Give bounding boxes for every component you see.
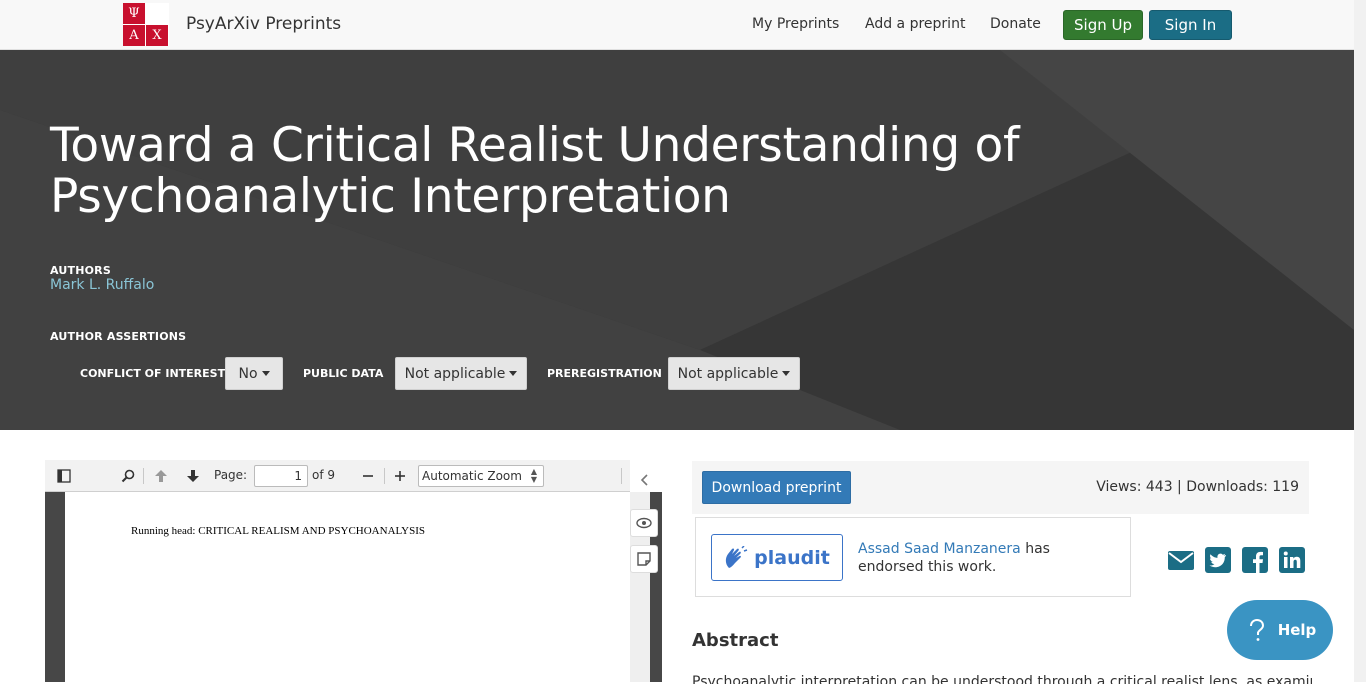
logo-cell-alpha: Α: [123, 25, 145, 46]
public-data-label: PUBLIC DATA: [303, 367, 384, 380]
page-scrollbar[interactable]: [1354, 0, 1366, 682]
zoom-select[interactable]: Automatic Zoom ▲ ▼: [418, 465, 544, 487]
download-preprint-button[interactable]: Download preprint: [702, 471, 851, 504]
plaudit-logo[interactable]: plaudit: [711, 534, 843, 581]
views-downloads-stats: Views: 443 | Downloads: 119: [1096, 479, 1299, 495]
navbar: Ψ Α Χ PsyArXiv Preprints My Preprints Ad…: [0, 0, 1354, 50]
toolbar-separator: [384, 468, 385, 484]
sign-up-button[interactable]: Sign Up: [1063, 10, 1143, 40]
email-share-icon[interactable]: [1167, 546, 1195, 574]
pdf-viewer: Page: 1 of 9 Automatic Zoom ▲ ▼ Running h…: [45, 460, 630, 682]
endorser-link[interactable]: Assad Saad Manzanera: [858, 541, 1021, 557]
author-assertions-label: AUTHOR ASSERTIONS: [50, 330, 187, 343]
download-bar: Download preprint Views: 443 | Downloads…: [692, 461, 1309, 514]
psyarxiv-logo[interactable]: Ψ Α Χ: [123, 3, 169, 46]
author-link[interactable]: Mark L. Ruffalo: [50, 277, 154, 293]
conflict-of-interest-value: No: [238, 365, 258, 382]
caret-down-icon: [261, 371, 270, 376]
zoom-out-icon[interactable]: [359, 467, 377, 485]
linkedin-share-icon[interactable]: [1278, 546, 1306, 574]
authors-label: AUTHORS: [50, 264, 111, 277]
preregistration-value: Not applicable: [677, 365, 779, 382]
logo-cell-psi: Ψ: [123, 3, 145, 24]
page-number-input[interactable]: 1: [254, 465, 308, 487]
help-label: Help: [1277, 621, 1317, 639]
zoom-in-icon[interactable]: [391, 467, 409, 485]
select-arrows-icon: ▲ ▼: [530, 467, 537, 484]
sign-in-button[interactable]: Sign In: [1149, 10, 1232, 40]
preregistration-dropdown[interactable]: Not applicable: [668, 357, 800, 390]
previous-page-icon[interactable]: [152, 467, 170, 485]
next-page-icon[interactable]: [184, 467, 202, 485]
pdf-running-head: Running head: CRITICAL REALISM AND PSYCH…: [131, 525, 425, 537]
caret-down-icon: [509, 371, 518, 376]
conflict-of-interest-label: CONFLICT OF INTEREST: [80, 367, 226, 380]
public-data-dropdown[interactable]: Not applicable: [395, 357, 527, 390]
preprint-title: Toward a Critical Realist Understanding …: [50, 118, 1020, 224]
facebook-share-icon[interactable]: [1241, 546, 1269, 574]
abstract-heading: Abstract: [692, 630, 779, 651]
conflict-of-interest-dropdown[interactable]: No: [225, 357, 283, 390]
question-mark-icon: [1249, 618, 1264, 641]
caret-down-icon: [782, 371, 791, 376]
plaudit-wordmark: plaudit: [754, 546, 830, 569]
logo-cell-chi: Χ: [146, 25, 168, 46]
public-data-value: Not applicable: [404, 365, 506, 382]
page-total: of 9: [312, 468, 336, 482]
logo-cell-blank: [146, 3, 168, 24]
twitter-share-icon[interactable]: [1204, 546, 1232, 574]
page-label: Page:: [214, 468, 248, 482]
pdf-toolbar: Page: 1 of 9 Automatic Zoom ▲ ▼: [45, 460, 630, 492]
help-button[interactable]: Help: [1227, 600, 1333, 660]
nav-my-preprints[interactable]: My Preprints: [752, 16, 839, 32]
nav-add-preprint[interactable]: Add a preprint: [865, 16, 965, 32]
plaudit-widget: plaudit Assad Saad Manzanera has endorse…: [695, 517, 1131, 597]
brand-name[interactable]: PsyArXiv Preprints: [186, 14, 341, 34]
pdf-page: Running head: CRITICAL REALISM AND PSYCH…: [65, 492, 630, 682]
collapse-chevron-icon[interactable]: [636, 471, 654, 489]
abstract-text: Psychoanalytic interpretation can be und…: [692, 674, 1312, 684]
view-eye-icon[interactable]: [630, 509, 658, 537]
preregistration-label: PREREGISTRATION: [547, 367, 662, 380]
toolbar-separator: [143, 468, 144, 484]
find-icon[interactable]: [119, 467, 137, 485]
toolbar-separator: [621, 468, 622, 484]
clapping-hands-icon: [726, 545, 748, 568]
nav-donate[interactable]: Donate: [990, 16, 1041, 32]
zoom-value: Automatic Zoom: [422, 469, 522, 483]
endorsement-text: Assad Saad Manzanera has endorsed this w…: [858, 540, 1118, 576]
annotate-note-icon[interactable]: [630, 545, 658, 573]
preprint-header: Toward a Critical Realist Understanding …: [0, 50, 1354, 430]
sidebar-toggle-icon[interactable]: [55, 467, 73, 485]
